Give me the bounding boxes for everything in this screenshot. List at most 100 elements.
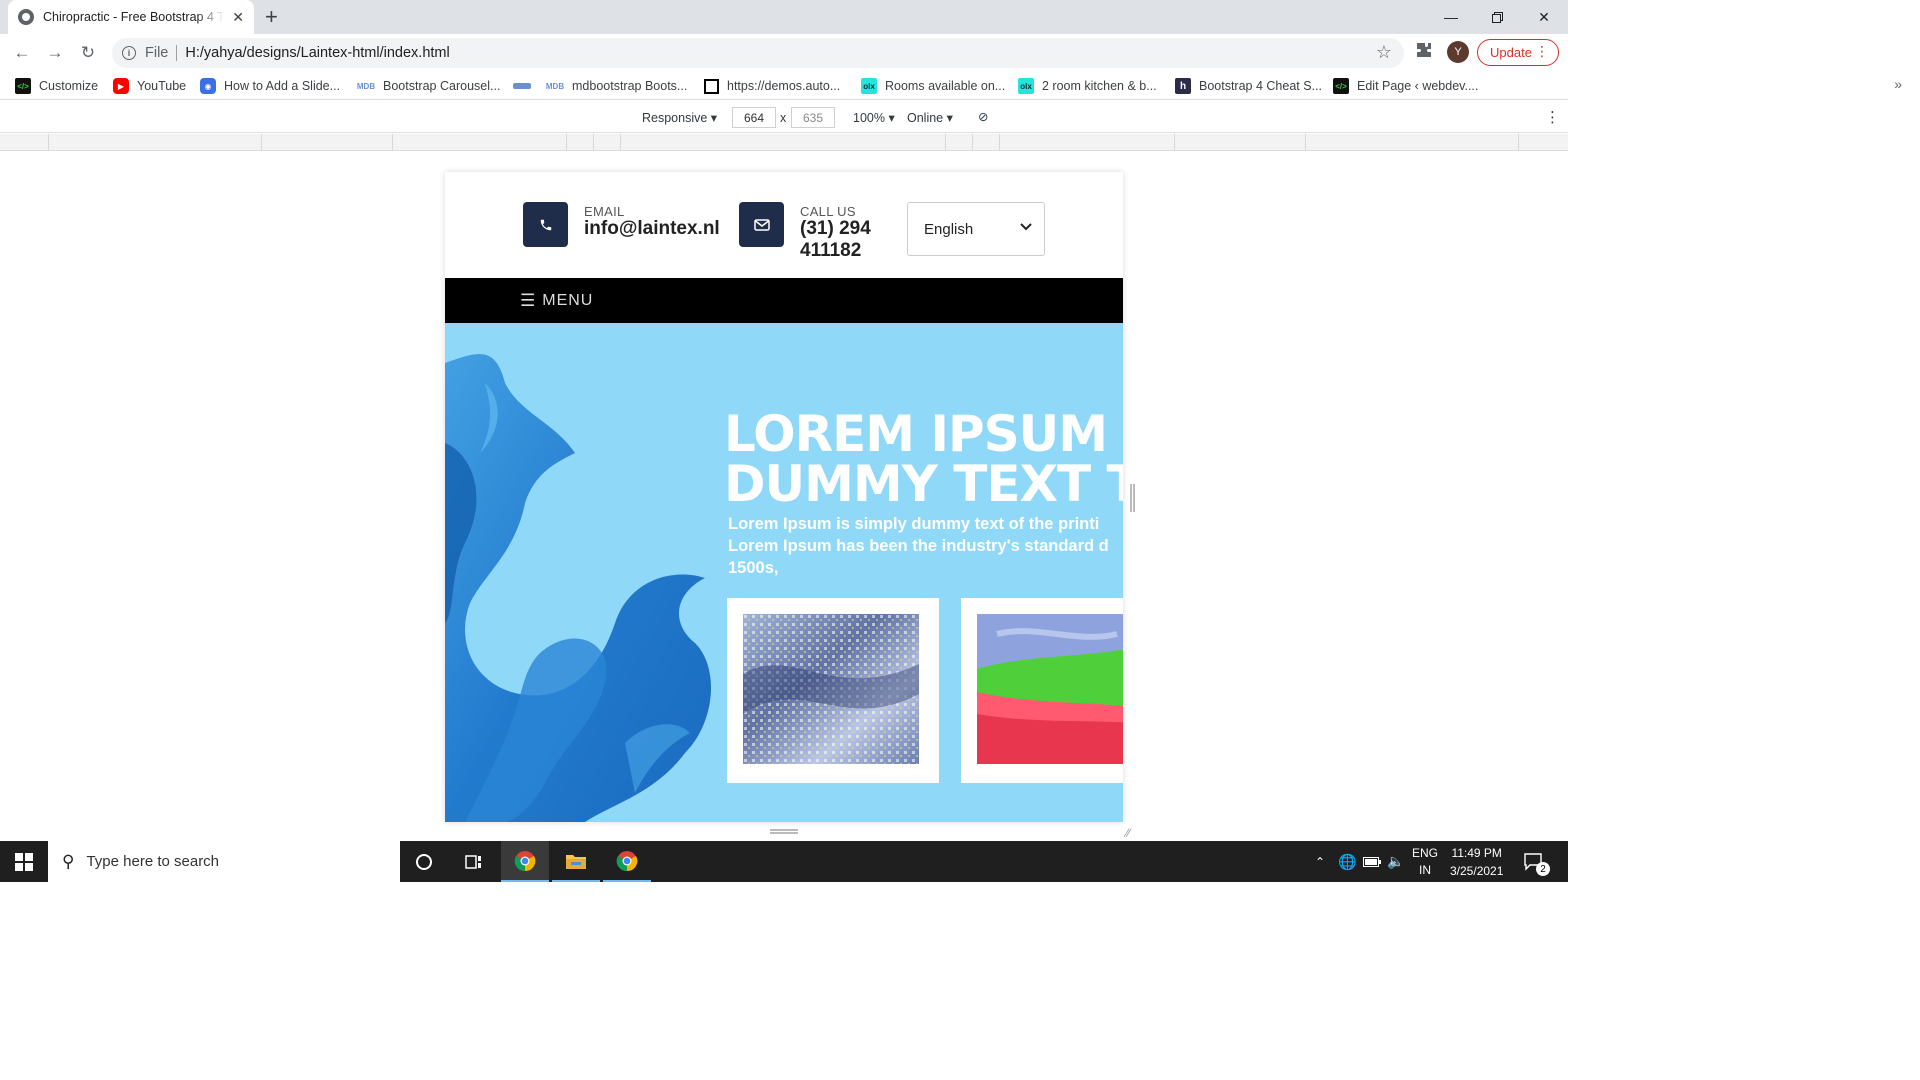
resize-handle-bottom[interactable] bbox=[770, 829, 798, 834]
bookmark-label: https://demos.auto... bbox=[727, 79, 841, 93]
clock[interactable]: 11:49 PM 3/25/2021 bbox=[1450, 841, 1503, 882]
envelope-icon bbox=[739, 202, 784, 247]
bookmark-item[interactable]: olx Rooms available on... bbox=[861, 77, 1005, 95]
bookmark-item[interactable]: ◉ How to Add a Slide... bbox=[200, 77, 340, 95]
volume-icon[interactable]: 🔈 bbox=[1387, 841, 1404, 882]
bookmark-item[interactable]: olx 2 room kitchen & b... bbox=[1018, 77, 1157, 95]
dimension-times: x bbox=[780, 111, 787, 125]
close-window-icon[interactable]: ✕ bbox=[1521, 0, 1567, 34]
language-select[interactable]: English bbox=[907, 202, 1045, 256]
call-value-line1[interactable]: (31) 294 bbox=[800, 218, 871, 240]
bookmark-label: How to Add a Slide... bbox=[224, 79, 341, 93]
browser-toolbar: ← → ↻ i File H:/yahya/designs/Laintex-ht… bbox=[0, 34, 1568, 72]
resize-handle-right[interactable] bbox=[1130, 484, 1135, 512]
info-icon[interactable]: i bbox=[122, 46, 136, 60]
bookmark-label: Bootstrap 4 Cheat S... bbox=[1199, 79, 1322, 93]
browser-tab[interactable]: Chiropractic - Free Bootstrap 4 Te ✕ bbox=[8, 0, 254, 34]
bookmark-item[interactable]: MDB Bootstrap Carousel... bbox=[357, 77, 501, 95]
clock-date: 3/25/2021 bbox=[1450, 863, 1504, 878]
zoom-select[interactable]: 100% ▾ bbox=[853, 110, 895, 125]
bookmark-item[interactable]: </> Customize bbox=[15, 77, 98, 95]
taskbar-search[interactable]: ⚲ Type here to search bbox=[48, 841, 400, 882]
bookmark-star-icon[interactable]: ☆ bbox=[1376, 42, 1392, 63]
show-hidden-icons[interactable]: ⌃ bbox=[1315, 841, 1325, 882]
tab-strip: Chiropractic - Free Bootstrap 4 Te ✕ + —… bbox=[0, 0, 1568, 34]
email-value[interactable]: info@laintex.nl bbox=[584, 218, 720, 240]
language-value: English bbox=[924, 220, 974, 238]
code-icon: </> bbox=[15, 78, 31, 94]
square-icon bbox=[704, 78, 719, 94]
height-input[interactable]: 635 bbox=[791, 107, 835, 128]
bookmark-item[interactable]: https://demos.auto... bbox=[704, 77, 840, 95]
taskbar: ⚲ Type here to search ⌃ 🌐 🔈 ENG IN 11:49… bbox=[0, 841, 1568, 882]
clock-time: 11:49 PM bbox=[1451, 845, 1502, 860]
sequin-fabric-image bbox=[743, 614, 919, 764]
bookmark-item[interactable]: ▶ YouTube bbox=[113, 77, 186, 95]
bookmark-label: Customize bbox=[39, 79, 99, 93]
search-icon: ⚲ bbox=[62, 851, 75, 871]
brand-icon: ◉ bbox=[200, 78, 216, 94]
call-value-line2[interactable]: 411182 bbox=[800, 240, 861, 262]
address-bar[interactable]: i File H:/yahya/designs/Laintex-html/ind… bbox=[112, 38, 1404, 68]
mdb-icon: MDB bbox=[545, 81, 565, 91]
battery-icon[interactable] bbox=[1363, 841, 1381, 882]
bookmark-item[interactable]: h Bootstrap 4 Cheat S... bbox=[1175, 77, 1322, 95]
width-input[interactable]: 664 bbox=[732, 107, 776, 128]
colored-fabric-image bbox=[977, 614, 1123, 764]
extensions-icon[interactable] bbox=[1416, 42, 1432, 63]
email-label: EMAIL bbox=[584, 204, 625, 219]
update-label: Update bbox=[1490, 45, 1532, 60]
chrome-taskbar-icon[interactable] bbox=[501, 841, 549, 882]
search-placeholder: Type here to search bbox=[86, 853, 220, 870]
update-button[interactable]: Update ⋮ bbox=[1477, 39, 1559, 66]
notifications-icon[interactable]: 2 bbox=[1524, 841, 1550, 882]
menu-bar: ☰ MENU bbox=[445, 278, 1123, 323]
resize-corner-icon[interactable]: ∕∕ bbox=[1126, 826, 1130, 840]
olx-icon: olx bbox=[861, 78, 877, 94]
minimize-icon[interactable]: — bbox=[1428, 0, 1474, 34]
product-card[interactable] bbox=[727, 598, 939, 783]
mdb-icon bbox=[513, 83, 531, 89]
emulated-page: EMAIL info@laintex.nl CALL US (31) 294 4… bbox=[445, 172, 1123, 822]
network-select[interactable]: Online ▾ bbox=[907, 110, 953, 125]
more-options-icon[interactable]: ⋮ bbox=[1545, 108, 1560, 126]
url-text[interactable]: H:/yahya/designs/Laintex-html/index.html bbox=[185, 45, 449, 61]
bookmarks-bar: </> Customize ▶ YouTube ◉ How to Add a S… bbox=[0, 72, 1568, 100]
file-explorer-icon[interactable] bbox=[552, 841, 600, 882]
chevron-down-icon bbox=[1020, 220, 1032, 234]
new-tab-button[interactable]: + bbox=[265, 5, 278, 29]
notification-badge: 2 bbox=[1536, 862, 1550, 876]
tab-close-icon[interactable]: ✕ bbox=[232, 9, 244, 26]
task-view-icon[interactable] bbox=[450, 841, 498, 882]
back-icon[interactable]: ← bbox=[11, 42, 33, 64]
bookmark-label: YouTube bbox=[137, 79, 187, 93]
bookmark-label: 2 room kitchen & b... bbox=[1042, 79, 1157, 93]
bookmark-label: Rooms available on... bbox=[885, 79, 1006, 93]
bookmark-item[interactable]: </> Edit Page ‹ webdev.... bbox=[1333, 77, 1478, 95]
chrome-taskbar-icon-2[interactable] bbox=[603, 841, 651, 882]
h-icon: h bbox=[1175, 78, 1191, 94]
bookmark-label: Edit Page ‹ webdev.... bbox=[1357, 79, 1479, 93]
restore-icon[interactable] bbox=[1474, 0, 1520, 34]
hamburger-icon: ☰ bbox=[520, 291, 537, 310]
windows-start-icon[interactable] bbox=[0, 841, 48, 882]
tab-title: Chiropractic - Free Bootstrap 4 Te bbox=[43, 10, 225, 24]
hero-section: LOREM IPSUM IS DUMMY TEXT TY Lorem Ipsum… bbox=[445, 323, 1123, 822]
rotate-icon[interactable]: ⊘ bbox=[978, 109, 988, 124]
hero-text: Lorem Ipsum is simply dummy text of the … bbox=[728, 515, 1109, 577]
media-query-ruler[interactable] bbox=[0, 134, 1568, 151]
bookmark-item[interactable]: MDB mdbootstrap Boots... bbox=[546, 77, 687, 95]
menu-toggle[interactable]: ☰ MENU bbox=[520, 291, 593, 311]
globe-network-icon[interactable]: 🌐 bbox=[1338, 841, 1357, 882]
device-label: Responsive bbox=[642, 111, 708, 125]
bookmark-item[interactable] bbox=[513, 77, 539, 95]
phone-icon bbox=[523, 202, 568, 247]
product-card[interactable] bbox=[961, 598, 1123, 783]
bookmarks-overflow-icon[interactable]: » bbox=[1894, 76, 1902, 92]
device-select[interactable]: Responsive ▾ bbox=[642, 110, 717, 125]
reload-icon[interactable]: ↻ bbox=[77, 42, 99, 64]
language-indicator[interactable]: ENG IN bbox=[1412, 841, 1438, 882]
forward-icon[interactable]: → bbox=[44, 42, 66, 64]
cortana-icon[interactable] bbox=[400, 841, 448, 882]
profile-avatar[interactable]: Y bbox=[1447, 41, 1469, 63]
